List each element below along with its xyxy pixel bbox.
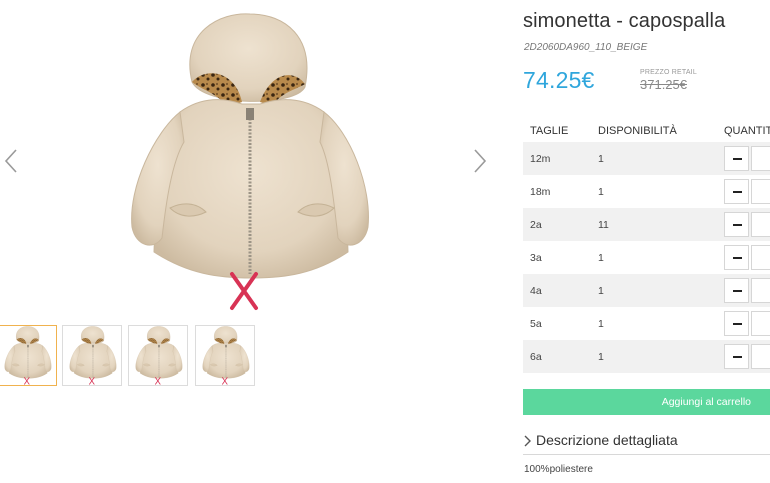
thumbnail-2[interactable]	[62, 325, 122, 386]
quantity-input[interactable]	[751, 278, 770, 303]
thumbnail-image	[196, 326, 254, 385]
retail-price: 371.25€	[640, 77, 687, 92]
thumbnail-image	[63, 326, 121, 385]
quantity-input[interactable]	[751, 245, 770, 270]
quantity-decrement-button[interactable]	[724, 278, 749, 303]
add-to-cart-button[interactable]: Aggiungi al carrello	[523, 389, 770, 415]
table-row: 18m 1	[523, 175, 770, 208]
size-cell: 5a	[530, 318, 542, 330]
chevron-right-icon	[524, 435, 531, 447]
header-availability: DISPONIBILITÀ	[598, 125, 677, 137]
quantity-decrement-button[interactable]	[724, 245, 749, 270]
quantity-decrement-button[interactable]	[724, 311, 749, 336]
availability-cell: 1	[598, 153, 604, 165]
quantity-input[interactable]	[751, 146, 770, 171]
thumbnail-image	[129, 326, 187, 385]
quantity-decrement-button[interactable]	[724, 146, 749, 171]
thumbnail-image	[0, 326, 56, 385]
table-row: 5a 1	[523, 307, 770, 340]
product-price: 74.25€	[523, 67, 595, 93]
description-toggle[interactable]: Descrizione dettagliata	[523, 429, 770, 455]
jacket-image	[110, 12, 380, 312]
retail-price-label: PREZZO RETAIL	[640, 69, 697, 76]
description-toggle-label: Descrizione dettagliata	[536, 432, 678, 448]
product-main-image	[110, 12, 380, 312]
size-cell: 3a	[530, 252, 542, 264]
thumbnail-1[interactable]	[0, 325, 57, 386]
quantity-decrement-button[interactable]	[724, 212, 749, 237]
quantity-input[interactable]	[751, 179, 770, 204]
availability-cell: 11	[598, 219, 609, 231]
quantity-input[interactable]	[751, 311, 770, 336]
quantity-decrement-button[interactable]	[724, 344, 749, 369]
size-table: TAGLIE DISPONIBILITÀ QUANTITÀ 12m 1 18m …	[523, 120, 770, 373]
availability-cell: 1	[598, 186, 604, 198]
header-size: TAGLIE	[530, 125, 569, 137]
availability-cell: 1	[598, 351, 604, 363]
availability-cell: 1	[598, 285, 604, 297]
header-quantity: QUANTITÀ	[724, 125, 770, 137]
product-title: simonetta - capospalla	[523, 10, 726, 32]
size-cell: 4a	[530, 285, 542, 297]
table-row: 12m 1	[523, 142, 770, 175]
quantity-input[interactable]	[751, 212, 770, 237]
availability-cell: 1	[598, 318, 604, 330]
table-row: 4a 1	[523, 274, 770, 307]
table-row: 3a 1	[523, 241, 770, 274]
product-info: simonetta - capospalla 2D2060DA960_110_B…	[523, 0, 770, 483]
product-sku: 2D2060DA960_110_BEIGE	[524, 42, 648, 53]
add-to-cart-label: Aggiungi al carrello	[661, 396, 751, 408]
thumbnail-4[interactable]	[195, 325, 255, 386]
chevron-right-icon	[469, 148, 489, 174]
size-cell: 18m	[530, 186, 551, 198]
prev-image-arrow[interactable]	[2, 148, 22, 174]
product-gallery	[0, 0, 500, 400]
thumbnail-3[interactable]	[128, 325, 188, 386]
availability-cell: 1	[598, 252, 604, 264]
size-cell: 6a	[530, 351, 542, 363]
chevron-left-icon	[2, 148, 22, 174]
size-table-header: TAGLIE DISPONIBILITÀ QUANTITÀ	[523, 120, 770, 142]
next-image-arrow[interactable]	[469, 148, 489, 174]
material-text: 100%poliestere	[524, 464, 593, 475]
table-row: 2a 11	[523, 208, 770, 241]
table-row: 6a 1	[523, 340, 770, 373]
quantity-input[interactable]	[751, 344, 770, 369]
divider	[523, 454, 770, 455]
size-cell: 12m	[530, 153, 551, 165]
size-cell: 2a	[530, 219, 542, 231]
quantity-decrement-button[interactable]	[724, 179, 749, 204]
